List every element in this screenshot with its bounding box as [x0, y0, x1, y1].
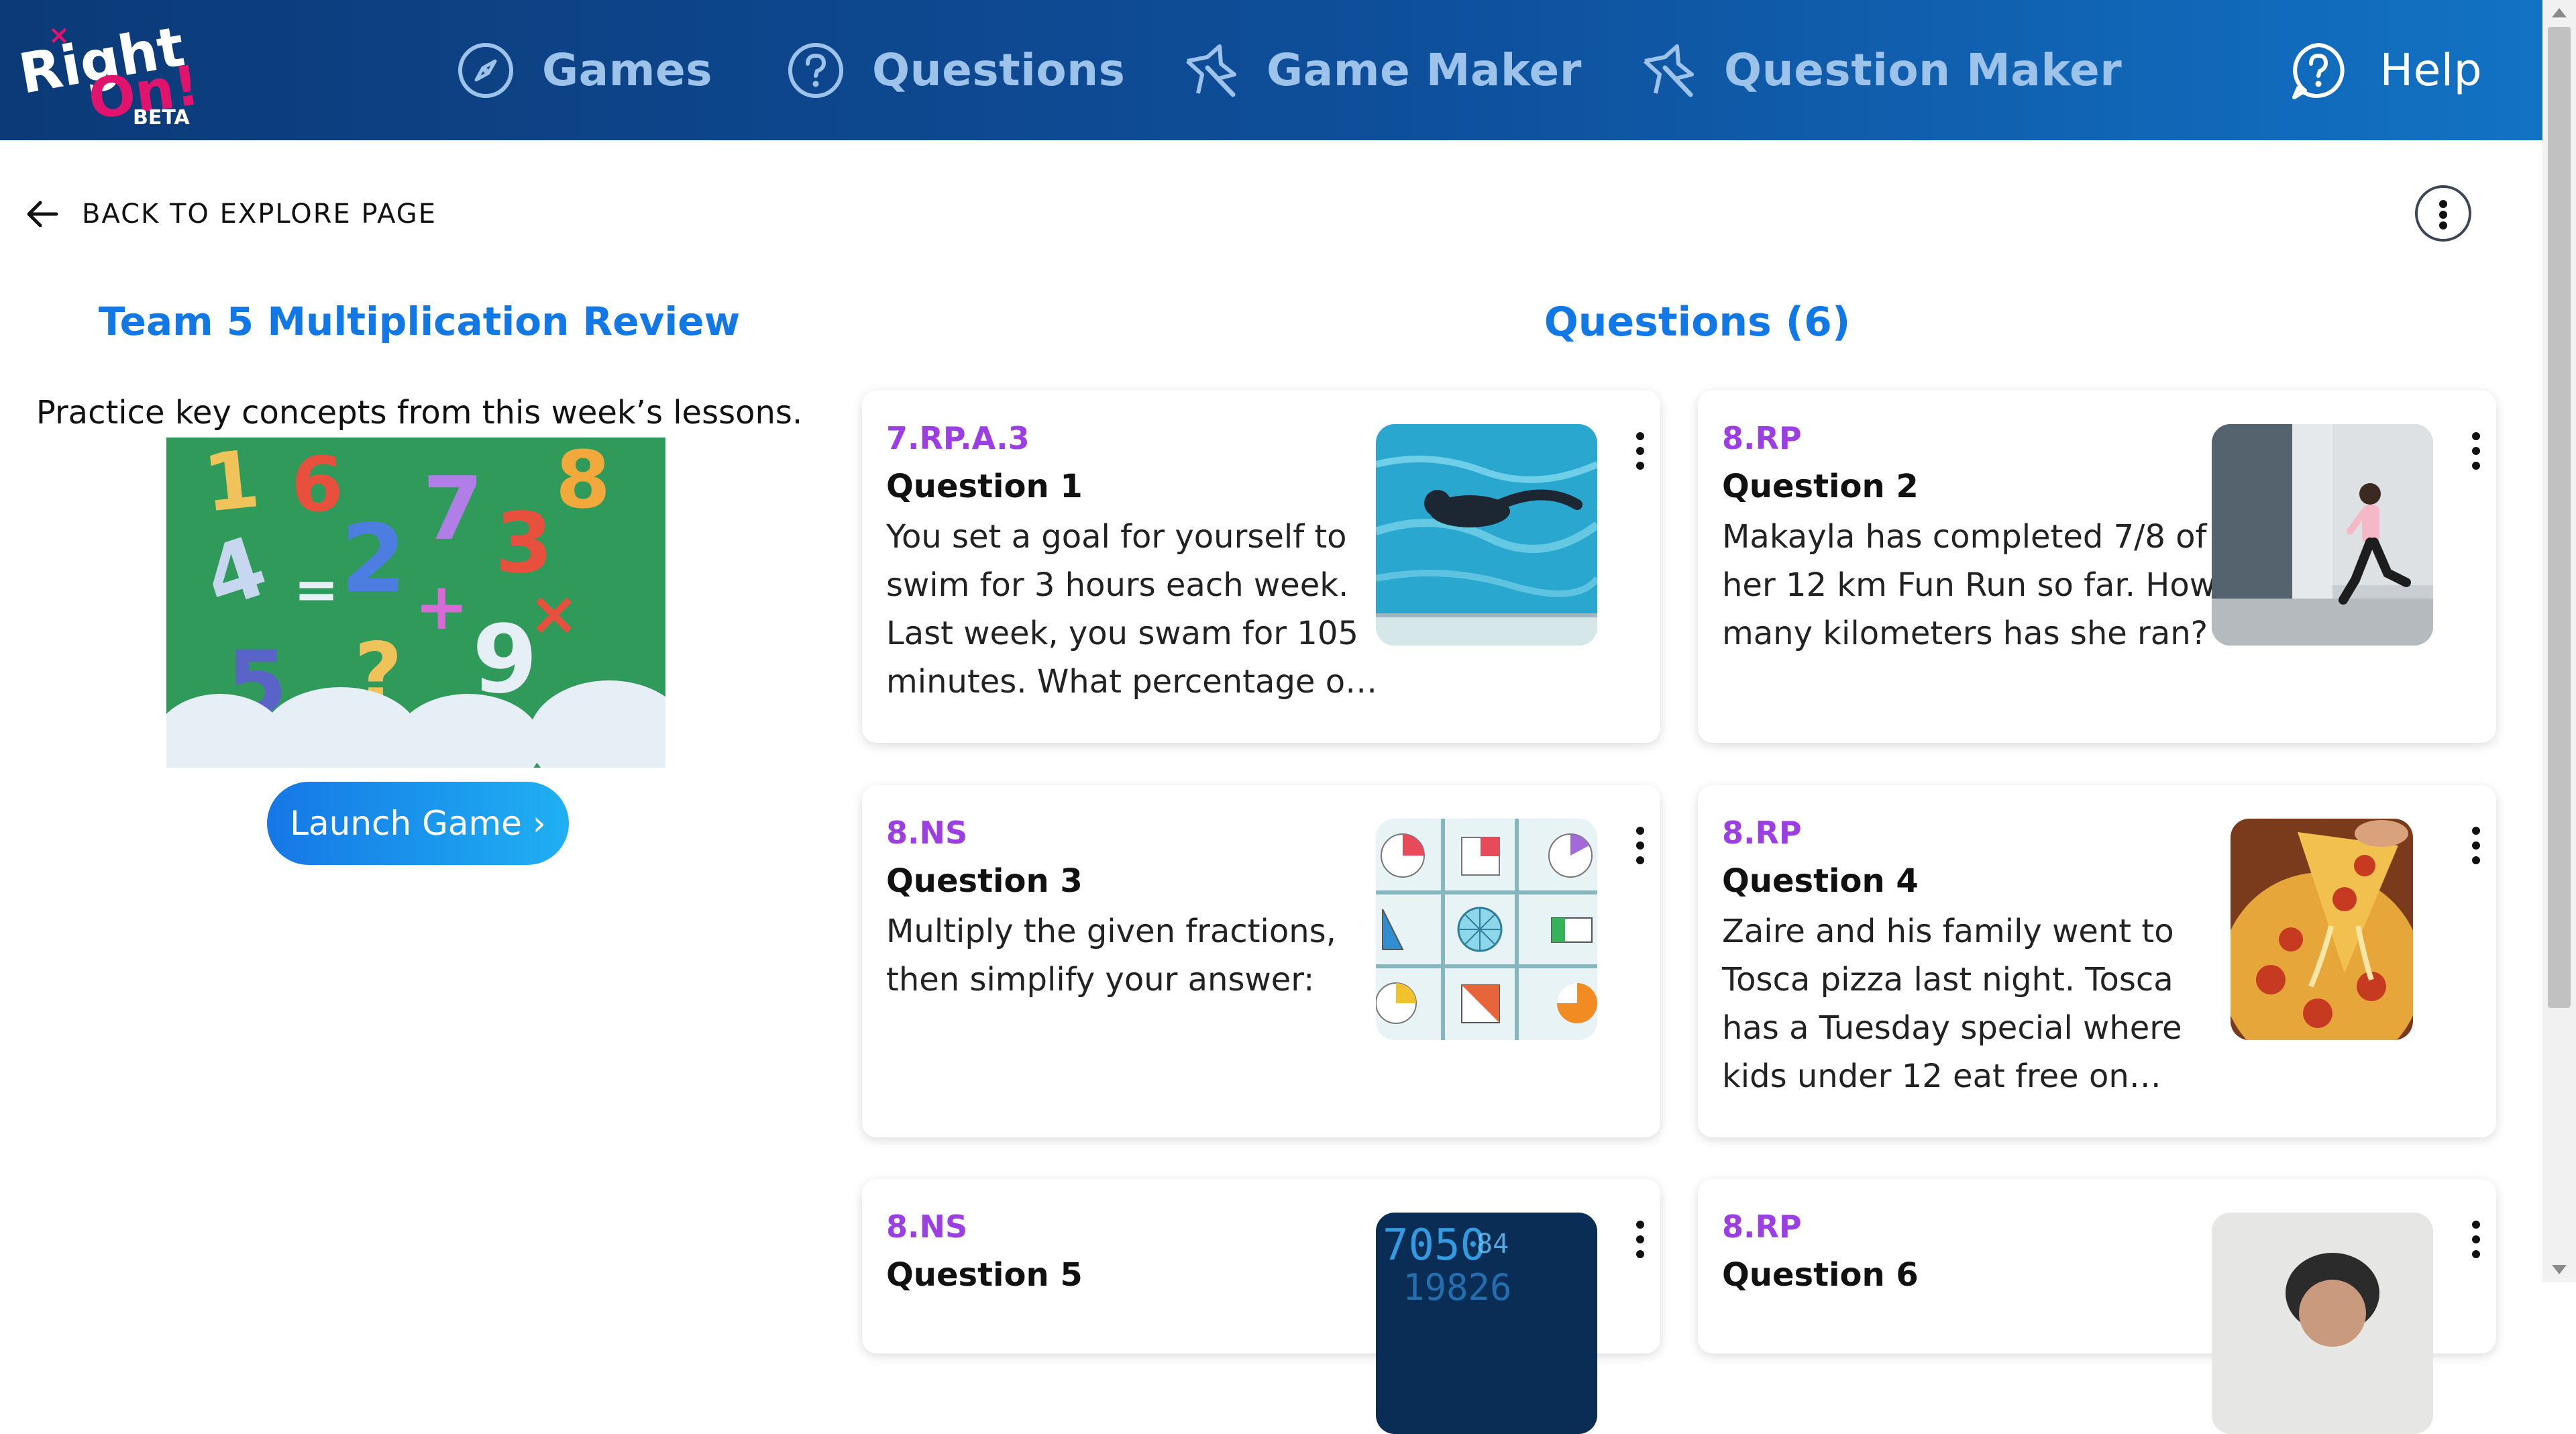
logo-beta-label: BETA — [133, 106, 190, 130]
question-title: Question 3 — [886, 862, 1083, 900]
svg-text:7050: 7050 — [1383, 1221, 1486, 1270]
more-vertical-icon-dot — [2472, 462, 2480, 470]
question-card-4[interactable]: 8.RP Question 4 Zaire and his family wen… — [1698, 785, 2496, 1137]
launch-game-button[interactable]: Launch Game › — [267, 782, 569, 865]
nav-games[interactable]: Games — [456, 0, 712, 140]
question-text: Zaire and his family went to Tosca pizza… — [1722, 913, 2182, 1095]
help-label: Help — [2379, 44, 2482, 96]
page-scrollbar[interactable] — [2542, 0, 2576, 1282]
more-vertical-icon-dot — [2472, 1250, 2480, 1258]
question-card-1[interactable]: 7.RP.A.3 Question 1 You set a goal for y… — [862, 391, 1660, 743]
question-text: You set a goal for yourself to swim for … — [886, 518, 1378, 701]
more-vertical-icon-dot — [1636, 1250, 1644, 1258]
nav-question-maker-label: Question Maker — [1724, 44, 2123, 96]
more-vertical-icon-dot — [1636, 841, 1644, 850]
question-options-menu-button[interactable] — [2469, 825, 2483, 868]
star-pencil-icon — [1643, 44, 1694, 97]
more-vertical-icon-dot — [2472, 447, 2480, 455]
more-vertical-icon — [2439, 200, 2447, 208]
question-title: Question 5 — [886, 1256, 1083, 1294]
question-standard: 8.RP — [1722, 815, 1802, 851]
question-title: Question 1 — [886, 468, 1083, 505]
cover-digit: 7 — [423, 458, 484, 560]
more-vertical-icon-dot — [2439, 221, 2447, 229]
question-image-pizza — [2231, 819, 2413, 1040]
cover-digit: = — [294, 558, 339, 621]
more-vertical-icon — [1636, 432, 1644, 440]
more-vertical-icon-dot — [2439, 211, 2447, 219]
question-text: Multiply the given fractions, then simpl… — [886, 913, 1336, 998]
question-options-menu-button[interactable] — [2469, 431, 2483, 474]
question-options-menu-button[interactable] — [2469, 1219, 2483, 1262]
question-title: Question 6 — [1722, 1256, 1919, 1294]
question-options-menu-button[interactable] — [1633, 431, 1647, 474]
scrollbar-thumb[interactable] — [2548, 27, 2571, 1008]
cover-digit: + — [415, 569, 469, 644]
question-standard: 8.NS — [886, 1209, 968, 1245]
question-card-5[interactable]: 8.NS Question 5 7050 84 19826 — [862, 1179, 1660, 1434]
question-card-3[interactable]: 8.NS Question 3 Multiply the given fract… — [862, 785, 1660, 1137]
nav-game-maker[interactable]: Game Maker — [1181, 0, 1582, 140]
nav-games-label: Games — [542, 44, 713, 96]
more-vertical-icon — [1636, 1221, 1644, 1229]
nav-questions-label: Questions — [872, 44, 1126, 96]
game-description: Practice key concepts from this week’s l… — [36, 394, 803, 431]
more-vertical-icon-dot — [2472, 1235, 2480, 1243]
more-vertical-icon — [2472, 1221, 2480, 1229]
question-image-person — [2212, 1213, 2433, 1434]
question-standard: 8.RP — [1722, 420, 1802, 456]
more-vertical-icon-dot — [1636, 447, 1644, 455]
cover-digit: 2 — [341, 505, 407, 614]
cover-digit: 4 — [193, 518, 278, 628]
question-image-digital-numbers: 7050 84 19826 — [1376, 1213, 1597, 1434]
question-title: Question 2 — [1722, 468, 1919, 505]
more-vertical-icon-dot — [1636, 1235, 1644, 1243]
question-text: Makayla has completed 7/8 of her 12 km F… — [1722, 518, 2216, 652]
more-vertical-icon-dot — [1636, 856, 1644, 864]
more-vertical-icon-dot — [2472, 841, 2480, 850]
question-title: Question 4 — [1722, 862, 1919, 900]
more-vertical-icon — [1636, 827, 1644, 835]
question-card-2[interactable]: 8.RP Question 2 Makayla has completed 7/… — [1698, 391, 2496, 743]
nav-questions[interactable]: Questions — [786, 0, 1125, 140]
help-icon — [2292, 42, 2345, 99]
arrow-left-icon — [27, 201, 58, 227]
nav-question-maker[interactable]: Question Maker — [1638, 0, 2122, 140]
star-pencil-icon — [1185, 44, 1236, 97]
game-cover-image: 1 6 7 8 4 = 2 3 + × 5 ? 9 — [166, 438, 665, 768]
question-circle-icon — [788, 42, 843, 98]
game-title: Team 5 Multiplication Review — [98, 299, 741, 344]
help-button[interactable]: Help — [2289, 0, 2482, 140]
cover-digit: 3 — [495, 495, 553, 592]
cover-digit: 6 — [291, 442, 343, 529]
back-to-explore-link[interactable]: BACK TO EXPLORE PAGE — [24, 196, 437, 232]
question-standard: 7.RP.A.3 — [886, 420, 1030, 456]
more-vertical-icon — [2472, 827, 2480, 835]
question-card-6[interactable]: 8.RP Question 6 — [1698, 1179, 2496, 1434]
nav-game-maker-label: Game Maker — [1267, 44, 1582, 96]
more-vertical-icon-dot — [1636, 462, 1644, 470]
cover-digit: 8 — [555, 438, 611, 526]
cover-cloud — [529, 680, 665, 768]
scroll-up-icon[interactable] — [2552, 8, 2567, 17]
question-image-fraction-grid — [1376, 819, 1597, 1040]
question-image-swimmer — [1376, 424, 1597, 646]
scroll-down-icon[interactable] — [2552, 1265, 2567, 1274]
top-nav-bar: × Right On! BETA Games Questions Game Ma… — [0, 0, 2542, 140]
questions-heading: Questions (6) — [1544, 299, 1851, 346]
question-standard: 8.RP — [1722, 1209, 1802, 1245]
svg-text:84: 84 — [1477, 1229, 1509, 1260]
question-image-runner — [2212, 424, 2433, 646]
more-vertical-icon — [2472, 432, 2480, 440]
svg-text:19826: 19826 — [1403, 1266, 1512, 1309]
question-options-menu-button[interactable] — [1633, 1219, 1647, 1262]
rightοn-logo[interactable]: × Right On! BETA — [15, 15, 204, 134]
question-options-menu-button[interactable] — [1633, 825, 1647, 868]
compass-icon — [458, 42, 513, 98]
more-vertical-icon-dot — [2472, 856, 2480, 864]
game-options-menu-button[interactable] — [2415, 185, 2471, 242]
cover-digit: 1 — [199, 438, 264, 530]
question-standard: 8.NS — [886, 815, 968, 851]
back-link-label: BACK TO EXPLORE PAGE — [82, 199, 437, 229]
